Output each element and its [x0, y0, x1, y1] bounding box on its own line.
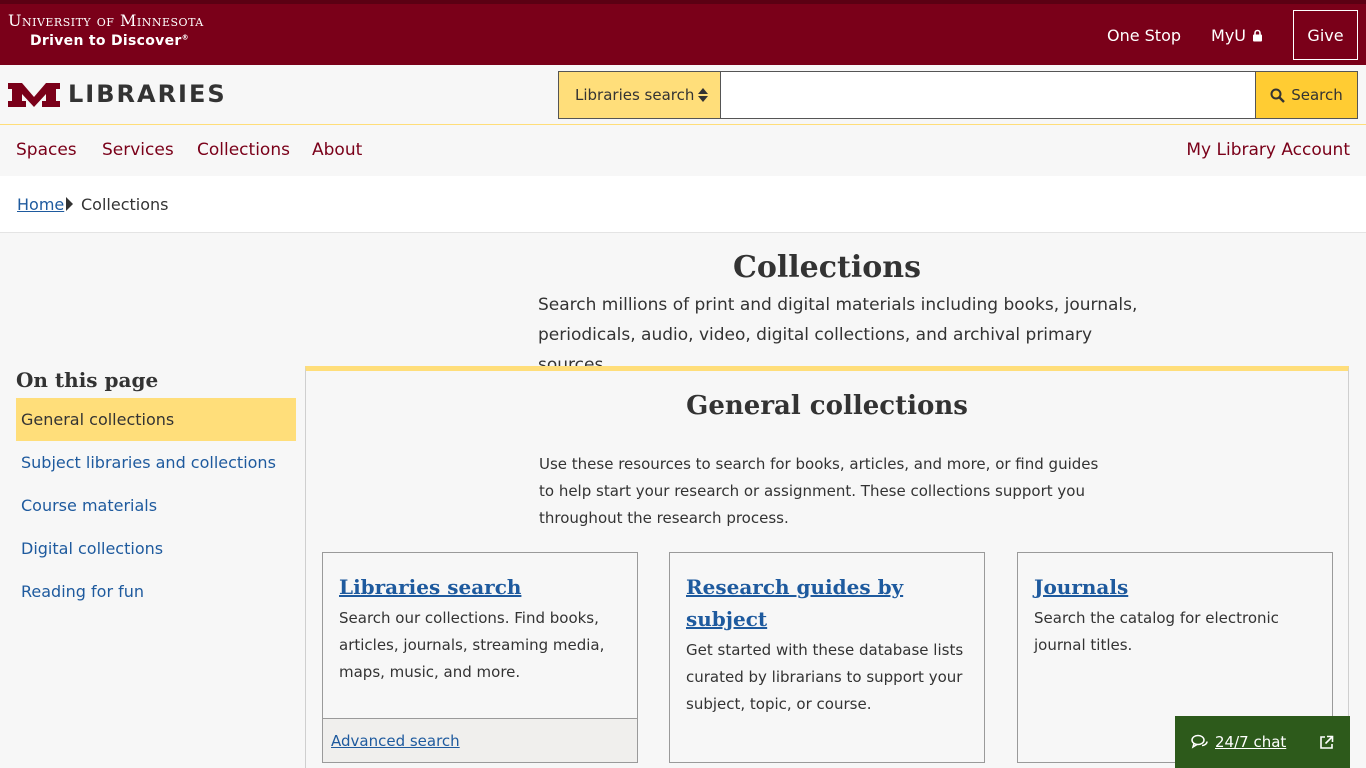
general-collections-title: General collections: [686, 391, 968, 421]
general-collections-intro: Use these resources to search for books,…: [539, 455, 1099, 527]
nav-item-services[interactable]: Services: [102, 140, 174, 160]
libraries-search-form: Libraries search Search: [558, 71, 1358, 119]
search-button-label: Search: [1291, 86, 1343, 104]
external-link-icon: [1320, 735, 1334, 749]
umn-name: University of Minnesota: [8, 11, 204, 30]
advanced-search-link[interactable]: Advanced search: [331, 732, 460, 750]
card-research-guides: Research guides by subject Get started w…: [669, 552, 985, 763]
card-title-link[interactable]: Libraries search: [339, 571, 621, 603]
one-stop-link[interactable]: One Stop: [1107, 26, 1181, 45]
sort-arrows-icon: [698, 88, 708, 102]
umn-wordmark[interactable]: University of Minnesota Driven to Discov…: [8, 11, 204, 50]
card-libraries-search: Libraries search Search our collections.…: [322, 552, 638, 763]
breadcrumb-home-link[interactable]: Home: [17, 195, 64, 214]
umn-header: University of Minnesota Driven to Discov…: [0, 0, 1366, 65]
sidebar-item-digital-collections[interactable]: Digital collections: [16, 527, 296, 570]
chat-widget-button[interactable]: 24/7 chat: [1175, 716, 1350, 768]
search-button[interactable]: Search: [1256, 71, 1358, 119]
libraries-logo[interactable]: LIBRARIES: [8, 79, 227, 109]
umn-tagline: Driven to Discover®: [30, 33, 189, 49]
libraries-header: LIBRARIES Libraries search Search: [0, 65, 1366, 125]
search-icon: [1270, 88, 1286, 103]
myu-link[interactable]: MyU: [1211, 26, 1263, 45]
my-library-account-link[interactable]: My Library Account: [1186, 140, 1350, 160]
sidebar-item-subject-libraries[interactable]: Subject libraries and collections: [16, 441, 296, 484]
card-title-link[interactable]: Journals: [1034, 571, 1316, 603]
sidebar-item-reading-for-fun[interactable]: Reading for fun: [16, 570, 296, 613]
nav-item-about[interactable]: About: [312, 140, 362, 160]
sidebar-item-course-materials[interactable]: Course materials: [16, 484, 296, 527]
card-description: Search our collections. Find books, arti…: [339, 609, 605, 681]
lock-icon: [1253, 29, 1262, 41]
search-input[interactable]: [721, 71, 1256, 119]
card-description: Search the catalog for electronic journa…: [1034, 609, 1279, 654]
general-collections-section: General collections Use these resources …: [305, 366, 1349, 768]
search-scope-value: Libraries search: [575, 86, 695, 104]
breadcrumb-current: Collections: [81, 195, 169, 214]
libraries-wordmark: LIBRARIES: [68, 80, 227, 108]
chat-label: 24/7 chat: [1215, 733, 1287, 751]
caret-right-icon: [66, 197, 73, 211]
search-scope-select[interactable]: Libraries search: [558, 71, 721, 119]
card-footer: Advanced search: [323, 718, 637, 762]
page-title: Collections: [733, 250, 921, 285]
on-this-page-nav: General collections Subject libraries an…: [16, 398, 296, 613]
card-description: Get started with these database lists cu…: [686, 641, 964, 713]
breadcrumb: Home Collections: [0, 176, 1366, 233]
block-m-icon: [8, 83, 60, 107]
nav-item-collections[interactable]: Collections: [197, 140, 290, 160]
main-nav: Spaces Services Collections About My Lib…: [0, 126, 1366, 176]
nav-item-spaces[interactable]: Spaces: [16, 140, 77, 160]
umn-links: One Stop MyU Give: [1107, 10, 1358, 60]
on-this-page-title: On this page: [16, 368, 159, 392]
give-button[interactable]: Give: [1293, 10, 1358, 60]
sidebar-item-general-collections[interactable]: General collections: [16, 398, 296, 441]
chat-bubbles-icon: [1191, 734, 1208, 749]
card-title-link[interactable]: Research guides by subject: [686, 571, 968, 635]
